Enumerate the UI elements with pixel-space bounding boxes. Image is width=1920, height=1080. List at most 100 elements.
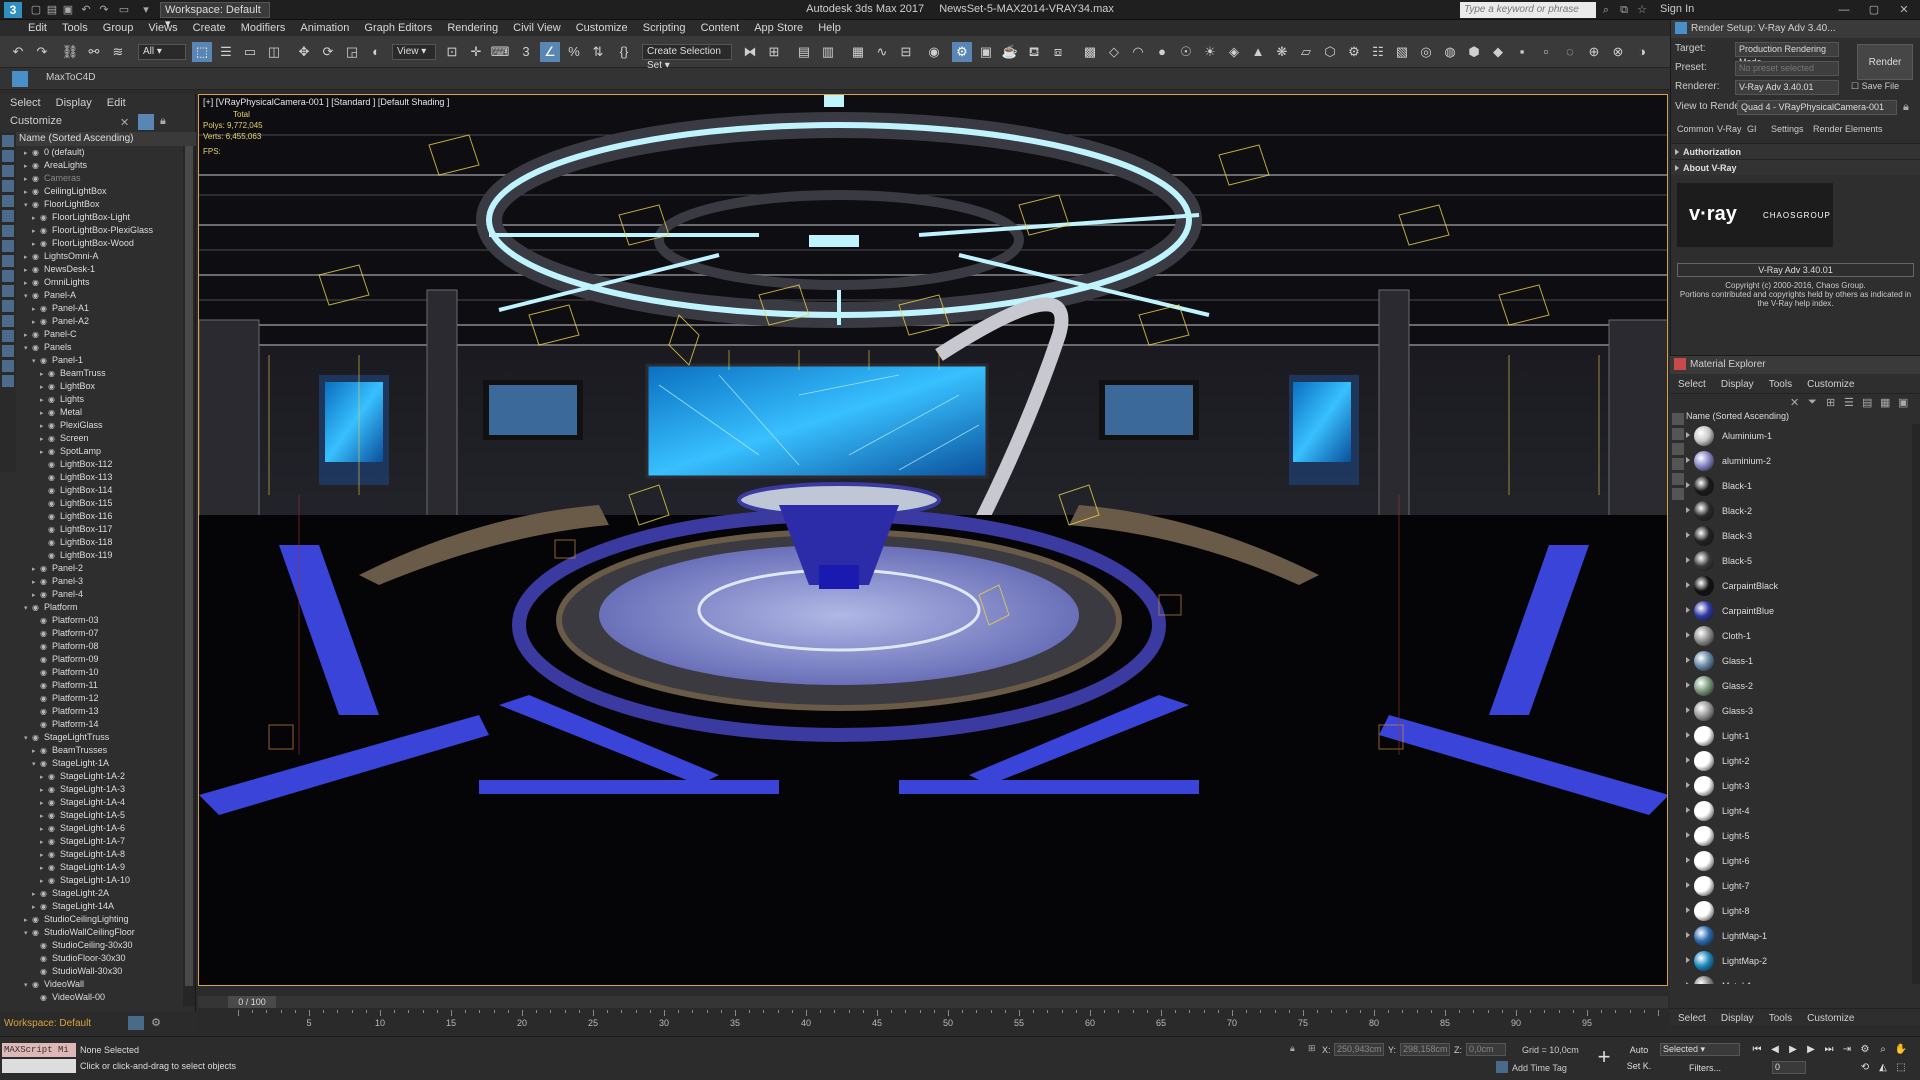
maxscript-listener-input[interactable]: MAXScript Mi [2, 1043, 76, 1057]
scene-tree-row[interactable]: ◉ Platform-10 [16, 666, 180, 679]
visibility-eye-icon[interactable]: ◉ [48, 848, 56, 861]
scene-tree-row[interactable]: ◉ LightBox-118 [16, 536, 180, 549]
set-key-button[interactable]: Set K. [1624, 1059, 1654, 1073]
visibility-eye-icon[interactable]: ◉ [40, 939, 48, 952]
viewport-label-menu[interactable]: [+] [VRayPhysicalCamera-001 ] [Standard … [203, 97, 449, 107]
scene-tree-row[interactable]: ▾ ◉ Platform [16, 601, 180, 614]
scene-tree-row[interactable]: ▸ ◉ PlexiGlass [16, 419, 180, 432]
toolbar-extra-2-icon[interactable]: ◆ [1488, 42, 1508, 62]
scene-tree-row[interactable]: ◉ LightBox-115 [16, 497, 180, 510]
scene-tree-row[interactable]: ◉ LightBox-112 [16, 458, 180, 471]
menu-views[interactable]: Views [148, 20, 177, 36]
redo-icon[interactable]: ↷ [32, 42, 52, 62]
percent-snap-icon[interactable]: % [564, 42, 584, 62]
menu-edit[interactable]: Edit [28, 20, 47, 36]
me-pin-icon[interactable]: ▣ [1898, 396, 1908, 409]
scene-tree-row[interactable]: ▸ ◉ BeamTruss [16, 367, 180, 380]
visibility-eye-icon[interactable]: ◉ [40, 666, 48, 679]
visibility-eye-icon[interactable]: ◉ [40, 705, 48, 718]
scene-tree-row[interactable]: ▸ ◉ NewsDesk-1 [16, 263, 180, 276]
material-row[interactable]: Black-2 [1684, 499, 1906, 524]
scene-tree-row[interactable]: ◉ Platform-14 [16, 718, 180, 731]
scene-tree-row[interactable]: ▸ ◉ FloorLightBox-Light [16, 211, 180, 224]
me-footer-tools[interactable]: Tools [1769, 1013, 1792, 1024]
visibility-eye-icon[interactable]: ◉ [48, 367, 56, 380]
expand-toggle-icon[interactable] [1686, 982, 1690, 984]
scene-tree-row[interactable]: ◉ LightBox-117 [16, 523, 180, 536]
me-display-submaterials-icon[interactable] [1672, 458, 1684, 470]
view-to-render-dropdown[interactable]: Quad 4 - VRayPhysicalCamera-001 [1737, 100, 1897, 115]
maximize-viewport-icon[interactable]: ⬚ [1894, 1061, 1908, 1075]
scene-tree-row[interactable]: ◉ VideoWall-00 [16, 991, 180, 1004]
menu-customize[interactable]: Customize [576, 20, 628, 36]
select-by-name-icon[interactable]: ☰ [216, 42, 236, 62]
scene-tree-row[interactable]: ◉ Platform-09 [16, 653, 180, 666]
vray-ies-icon[interactable]: ☉ [1176, 42, 1196, 62]
scene-tree-row[interactable]: ◉ Platform-13 [16, 705, 180, 718]
set-key-plus-icon[interactable]: + [1590, 1043, 1618, 1071]
vray-frame-buffer-icon[interactable]: ▩ [1080, 42, 1100, 62]
scene-tree-row[interactable]: ▸ ◉ StageLight-1A-5 [16, 809, 180, 822]
me-display-maps-icon[interactable] [1672, 428, 1684, 440]
layer-explorer-toggle-icon[interactable] [128, 1016, 144, 1030]
edit-named-selection-icon[interactable]: {} [614, 42, 634, 62]
visibility-eye-icon[interactable]: ◉ [40, 653, 48, 666]
material-row[interactable]: Black-1 [1684, 474, 1906, 499]
material-row[interactable]: Glass-3 [1684, 699, 1906, 724]
current-frame-field[interactable]: 0 [1772, 1061, 1806, 1074]
display-all-icon[interactable] [2, 150, 14, 162]
selection-lock-icon[interactable]: 🔒︎ [1290, 1043, 1302, 1055]
scene-tree-row[interactable]: ◉ Platform-03 [16, 614, 180, 627]
expand-toggle-icon[interactable] [1686, 807, 1690, 813]
expand-toggle-icon[interactable] [1686, 507, 1690, 513]
scene-tree-row[interactable]: ▾ ◉ StageLightTruss [16, 731, 180, 744]
scene-tree-row[interactable]: ▸ ◉ StageLight-1A-10 [16, 874, 180, 887]
scene-tree-row[interactable]: ▾ ◉ Panel-1 [16, 354, 180, 367]
preset-dropdown[interactable]: No preset selected [1735, 61, 1839, 76]
curve-editor-icon[interactable]: ∿ [872, 42, 892, 62]
render-iterative-icon[interactable]: ⛾ [1024, 42, 1044, 62]
scene-tree-row[interactable]: ▸ ◉ Cameras [16, 172, 180, 185]
tab-common[interactable]: Common [1677, 121, 1714, 137]
y-coordinate-field[interactable]: 298,158cm [1400, 1043, 1450, 1056]
scene-tree-row[interactable]: ▸ ◉ StageLight-1A-3 [16, 783, 180, 796]
material-row[interactable]: Light-3 [1684, 774, 1906, 799]
visibility-eye-icon[interactable]: ◉ [48, 445, 56, 458]
perspective-viewport[interactable]: [+] [VRayPhysicalCamera-001 ] [Standard … [198, 94, 1668, 986]
named-selection-dropdown[interactable]: Create Selection Set ▾ [642, 44, 732, 71]
visibility-eye-icon[interactable]: ◉ [32, 978, 40, 991]
me-footer-display[interactable]: Display [1721, 1013, 1754, 1024]
window-crossing-icon[interactable]: ◫ [264, 42, 284, 62]
toolbar-extra-3-icon[interactable]: ▪ [1512, 42, 1532, 62]
add-time-tag[interactable]: Add Time Tag [1512, 1063, 1567, 1073]
render-production-icon[interactable]: ☕ [1000, 42, 1020, 62]
vray-camera-icon[interactable]: ◈ [1224, 42, 1244, 62]
visibility-eye-icon[interactable]: ◉ [40, 237, 48, 250]
visibility-eye-icon[interactable]: ◉ [48, 874, 56, 887]
vray-sphere-icon[interactable]: ● [1152, 42, 1172, 62]
display-none-icon[interactable] [2, 135, 14, 147]
vray-lister-icon[interactable]: ☷ [1368, 42, 1388, 62]
pan-icon[interactable]: ✋ [1894, 1043, 1908, 1057]
visibility-eye-icon[interactable]: ◉ [48, 835, 56, 848]
vray-light-icon[interactable]: ◇ [1104, 42, 1124, 62]
material-row[interactable]: Glass-1 [1684, 649, 1906, 674]
display-warps-icon[interactable] [2, 255, 14, 267]
visibility-eye-icon[interactable]: ◉ [48, 523, 56, 536]
vray-fur-icon[interactable]: ❋ [1272, 42, 1292, 62]
visibility-eye-icon[interactable]: ◉ [48, 393, 56, 406]
visibility-eye-icon[interactable]: ◉ [40, 224, 48, 237]
scene-tree-row[interactable]: ▸ ◉ StageLight-1A-4 [16, 796, 180, 809]
tab-gi[interactable]: GI [1747, 121, 1757, 137]
scene-tree-row[interactable]: ◉ LightBox-119 [16, 549, 180, 562]
visibility-eye-icon[interactable]: ◉ [32, 172, 40, 185]
visibility-eye-icon[interactable]: ◉ [32, 731, 40, 744]
scene-tree-row[interactable]: ◉ StudioWall-30x30 [16, 965, 180, 978]
time-slider[interactable]: 0 / 100 [198, 996, 1668, 1008]
visibility-eye-icon[interactable]: ◉ [40, 640, 48, 653]
explorer-settings-icon[interactable]: ⚙ [148, 1016, 164, 1030]
visibility-eye-icon[interactable]: ◉ [40, 900, 48, 913]
me-sort-icon[interactable]: ☰ [1844, 396, 1854, 409]
scene-tree-row[interactable]: ◉ Platform-08 [16, 640, 180, 653]
scene-explorer-icon[interactable]: ▦ [848, 42, 868, 62]
